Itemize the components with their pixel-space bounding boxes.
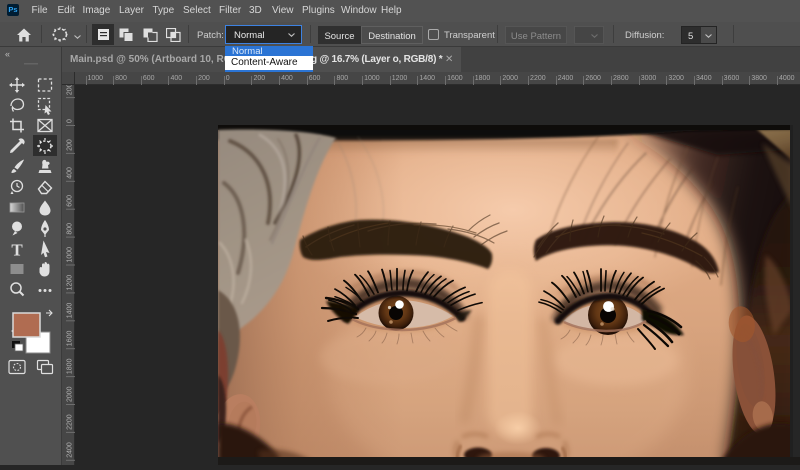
svg-text:2200: 2200 [67, 414, 74, 430]
svg-text:600: 600 [67, 195, 74, 207]
svg-text:«: « [5, 49, 10, 59]
svg-text:200: 200 [67, 85, 74, 95]
svg-text:1800: 1800 [67, 358, 74, 374]
svg-text:1200: 1200 [67, 275, 74, 291]
svg-text:T: T [11, 241, 23, 260]
svg-text:1000: 1000 [67, 247, 74, 263]
svg-text:2000: 2000 [67, 386, 74, 402]
svg-text:2400: 2400 [67, 442, 74, 458]
svg-text:800: 800 [67, 223, 74, 235]
svg-text:1600: 1600 [67, 331, 74, 347]
svg-text:0: 0 [67, 119, 74, 123]
svg-text:1400: 1400 [67, 303, 74, 319]
svg-text:400: 400 [67, 167, 74, 179]
svg-text:200: 200 [67, 139, 74, 151]
